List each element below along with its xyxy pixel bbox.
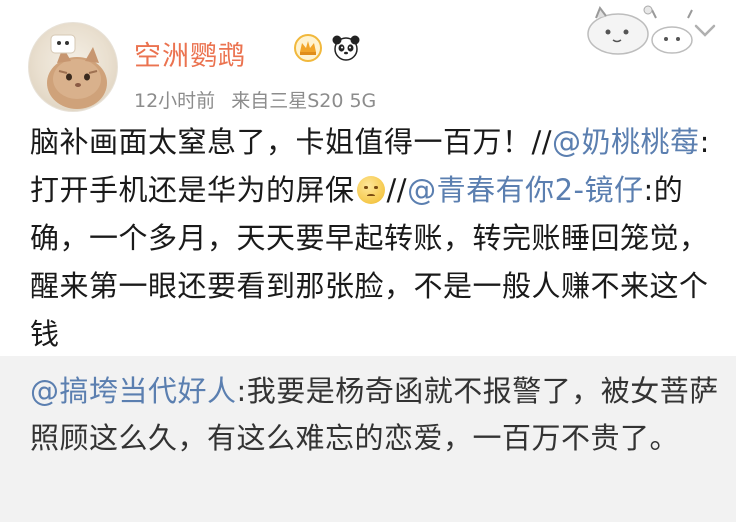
weibo-post: 空洲鹦鹉 12小时前 来自三星S20 5G 脑补画面太窒息了，卡姐值得一百万！/… xyxy=(0,0,736,356)
mention-link-1[interactable]: @奶桃桃莓 xyxy=(552,125,700,159)
mention-link-2[interactable]: @青春有你2-镜仔 xyxy=(407,173,643,207)
emoji-mouth xyxy=(366,194,375,197)
post-text-part3: // xyxy=(386,173,408,207)
crown-badge-icon[interactable] xyxy=(292,32,324,64)
cartoon-decoration xyxy=(587,5,693,55)
post-meta: 12小时前 来自三星S20 5G xyxy=(134,86,376,113)
user-avatar[interactable] xyxy=(28,22,118,112)
repost-content: @搞垮当代好人:我要是杨奇函就不报警了，被女菩萨照顾这么久，有这么难忘的恋爱，一… xyxy=(30,368,720,462)
post-time: 12小时前 xyxy=(134,90,216,112)
repost-mention-link[interactable]: @搞垮当代好人 xyxy=(30,374,237,408)
repost-section: @搞垮当代好人:我要是杨奇函就不报警了，被女菩萨照顾这么久，有这么难忘的恋爱，一… xyxy=(0,356,736,522)
chevron-down-icon[interactable] xyxy=(694,24,716,38)
post-content: 脑补画面太窒息了，卡姐值得一百万！//@奶桃桃莓:打开手机还是华为的屏保//@青… xyxy=(30,118,720,358)
user-badges xyxy=(292,32,362,64)
post-source[interactable]: 来自三星S20 5G xyxy=(231,86,376,113)
post-text-part1: 脑补画面太窒息了，卡姐值得一百万！// xyxy=(30,125,553,159)
cat-avatar-icon xyxy=(47,34,107,109)
sleepy-emoji-icon xyxy=(356,176,385,204)
username[interactable]: 空洲鹦鹉 xyxy=(134,34,246,73)
panda-icon[interactable] xyxy=(330,32,362,64)
